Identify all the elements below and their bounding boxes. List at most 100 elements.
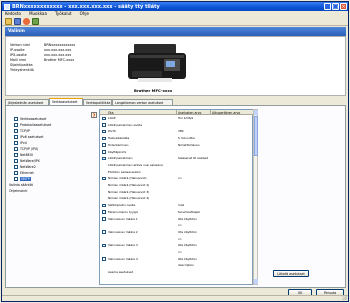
help-icon[interactable]: ? [91, 112, 97, 118]
row-checkbox[interactable] [102, 143, 106, 147]
close-button[interactable]: × [340, 3, 347, 10]
open-icon[interactable] [5, 18, 12, 25]
table-row[interactable]: cn [100, 237, 253, 242]
tree-item[interactable]: Ohjelmointi [9, 189, 27, 193]
checkbox[interactable] [14, 153, 18, 157]
row-setting-value[interactable]: cn [178, 176, 181, 180]
resize-grip[interactable] [342, 296, 347, 300]
tree-item[interactable]: TCP/IP [14, 129, 30, 133]
row-checkbox[interactable] [102, 217, 106, 221]
row-checkbox[interactable] [102, 230, 106, 234]
tree-item[interactable]: NetWare/IPX [14, 159, 40, 163]
row-checkbox[interactable] [102, 116, 106, 120]
row-setting-value[interactable]: cn [178, 237, 181, 241]
row-setting-value[interactable]: Ton k/OS/a [178, 116, 193, 120]
minimize-button[interactable]: _ [324, 3, 331, 10]
tree-item[interactable]: Protokollaasetukset [14, 123, 51, 127]
checkbox[interactable] [14, 177, 18, 181]
row-setting-value[interactable]: Ota käyttöön [178, 217, 197, 221]
checkbox[interactable] [14, 171, 18, 175]
checkbox[interactable] [14, 117, 18, 121]
table-row[interactable]: description [100, 263, 253, 268]
column-header[interactable]: Alkuperäinen arvo [212, 111, 240, 115]
info-label: IP-osoite [10, 48, 25, 52]
scroll-up-icon[interactable] [254, 110, 258, 115]
row-setting-value[interactable]: 5 minuuttia [178, 136, 195, 140]
column-header[interactable]: Ota [108, 111, 114, 115]
checkbox[interactable] [14, 129, 18, 133]
restore-settings-button[interactable]: Lähetä asetukset [273, 270, 309, 277]
row-setting-value[interactable]: Salasanat ID sisäiset [178, 156, 208, 160]
row-setting-name: Käyttäjänimi [108, 149, 127, 154]
title-bar[interactable]: BRNxxxxxxxxxxxx - xxx.xxx.xxx.xxx - säät… [2, 2, 348, 11]
table-row[interactable]: Nimien määrä (Hakuarvot) cn [100, 176, 253, 181]
tree-item[interactable]: Valinta sääntöt [9, 183, 33, 187]
row-setting-value[interactable]: Ota käyttöön [178, 243, 197, 247]
tree-item[interactable]: TCP/IP (IPX) [14, 147, 38, 151]
table-row[interactable]: LDAP-palvelimen Salasanat ID sisäiset [100, 156, 253, 161]
row-checkbox[interactable] [102, 243, 106, 248]
checkbox[interactable] [14, 147, 18, 151]
row-checkbox[interactable] [102, 129, 106, 134]
table-row[interactable]: Valinnainen määre 1 Ota käyttöön [100, 217, 253, 222]
row-setting-name: Faksinumeron tyyppi [108, 209, 139, 214]
tree-item[interactable]: Verkkoasetukset [14, 117, 46, 121]
table-row[interactable]: Faksinumeron tyyppi facsimileTeleph [100, 210, 253, 215]
row-setting-value[interactable]: 389 [178, 129, 184, 133]
row-checkbox[interactable] [102, 150, 106, 154]
tree-item-selected[interactable]: SMTP [14, 177, 31, 181]
table-row[interactable]: LDAP-palvelimen aktiva uusi salasana [100, 163, 253, 168]
table-row[interactable]: Nimien määrä (Hakuarvot 3) [100, 190, 253, 195]
refresh-icon[interactable] [23, 18, 30, 25]
row-checkbox[interactable] [102, 123, 106, 127]
info-icon[interactable] [32, 18, 39, 25]
scrollbar[interactable] [253, 109, 258, 285]
maximize-button[interactable]: □ [332, 3, 339, 10]
table-row[interactable]: Valinnainen määre 3 Ota käyttöön [100, 243, 253, 248]
table-row[interactable]: Käyttäjänimi [100, 150, 253, 155]
row-setting-value[interactable]: description [178, 263, 194, 267]
row-setting-value[interactable]: facsimileTeleph [178, 210, 200, 214]
tree-item[interactable]: Ethernet [14, 171, 34, 175]
checkbox[interactable] [14, 159, 18, 163]
table-row[interactable]: Nimien määrä (Hakuarvot 2) [100, 183, 253, 188]
checkbox[interactable] [14, 135, 18, 139]
table-row[interactable]: Hakuaikakatka 5 minuuttia [100, 136, 253, 141]
table-row[interactable]: Ehdoton salasanaukko [100, 170, 253, 175]
tree-item[interactable]: NetBEUI [14, 153, 33, 157]
tree-item[interactable]: NetWare2 [14, 165, 36, 169]
table-row[interactable]: cn [100, 223, 253, 228]
table-row[interactable]: Asema asetukset [100, 270, 253, 275]
table-row[interactable]: Portti 389 [100, 129, 253, 134]
checkbox[interactable] [14, 141, 18, 145]
save-icon[interactable] [14, 18, 21, 25]
row-checkbox[interactable] [102, 210, 106, 214]
table-row[interactable]: Nimien määrä (Hakuarvot 4) [100, 196, 253, 201]
scroll-down-icon[interactable] [254, 279, 258, 284]
row-setting-name: Nimien määrä (Hakuarvot 4) [108, 196, 150, 201]
table-row[interactable]: LDAP-palvelimen osoite [100, 123, 253, 128]
row-setting-value[interactable]: cn [178, 250, 181, 254]
row-setting-value[interactable]: Ota käyttöön [178, 257, 197, 261]
row-checkbox[interactable] [102, 176, 106, 181]
table-row[interactable]: Todentaminen Nimettömänen [100, 143, 253, 148]
row-checkbox[interactable] [102, 203, 106, 208]
tree-item[interactable]: IPv4 [14, 141, 27, 145]
row-checkbox[interactable] [102, 136, 106, 141]
table-row[interactable]: Valinnainen määre 4 Ota käyttöön [100, 257, 253, 262]
checkbox[interactable] [14, 123, 18, 127]
scroll-thumb[interactable] [254, 116, 258, 156]
row-checkbox[interactable] [102, 257, 106, 261]
row-setting-value[interactable]: Ota käyttöön [178, 230, 197, 234]
checkbox[interactable] [14, 165, 18, 169]
row-checkbox[interactable] [102, 156, 106, 161]
column-header[interactable]: Asetusten arvo [178, 111, 201, 115]
row-setting-value[interactable]: mail [178, 203, 184, 207]
table-row[interactable]: LDAP Ton k/OS/a [100, 116, 253, 121]
row-setting-value[interactable]: Nimettömänen [178, 143, 200, 147]
tree-item[interactable]: IPv6 asetukset [14, 135, 43, 139]
row-setting-value[interactable]: cn [178, 223, 181, 227]
table-row[interactable]: Valinnainen määre 2 Ota käyttöön [100, 230, 253, 235]
table-row[interactable]: cn [100, 250, 253, 255]
table-row[interactable]: Sähköpostin osoite mail [100, 203, 253, 208]
